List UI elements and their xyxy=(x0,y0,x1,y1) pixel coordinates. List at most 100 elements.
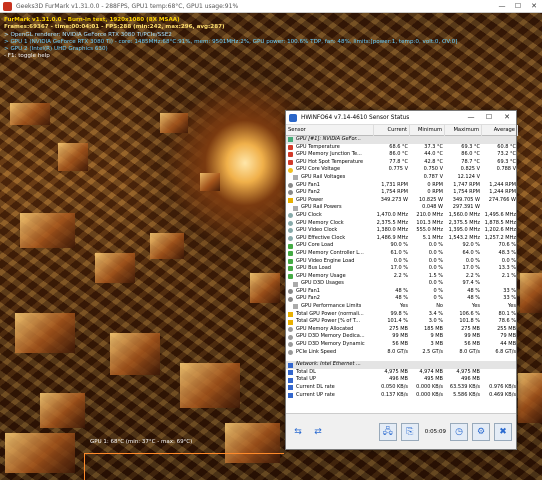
nav-right-icon[interactable]: ⇄ xyxy=(310,425,326,439)
sensor-name: GPU Video Engine Load xyxy=(286,258,374,266)
table-row[interactable]: GPU Fan2 48 % 0 % 48 % 33 % xyxy=(286,295,516,303)
load-icon xyxy=(288,258,293,264)
minimize-icon[interactable]: — xyxy=(462,111,480,124)
table-row[interactable]: GPU Memory Controller L... 61.0 % 0.0 % 64.… xyxy=(286,250,516,258)
sensor-cur-value: 4,975 MB xyxy=(384,368,408,375)
table-row[interactable]: GPU Core Load 90.0 % 0.0 % 92.0 % 70.6 % xyxy=(286,242,516,250)
close-icon[interactable]: ✕ xyxy=(498,111,516,124)
clock-icon[interactable]: ◷ xyxy=(450,422,468,441)
sensor-cur-value: 1,380.0 MHz xyxy=(376,227,408,234)
sensor-min-value: 185 MB xyxy=(424,325,443,332)
hwinfo-titlebar[interactable]: HWiNFO64 v7.14-4610 Sensor Status — ☐ ✕ xyxy=(286,111,516,124)
table-row[interactable]: GPU Power 349.273 W 10.825 W 349.705 W 274.7… xyxy=(286,197,516,205)
sensor-name: Current UP rate xyxy=(286,392,374,400)
table-row[interactable]: GPU Video Engine Load 0.0 % 0.0 % 0.0 % 0.0 … xyxy=(286,258,516,266)
close-sensors-icon[interactable]: ✖ xyxy=(494,422,512,441)
table-row[interactable]: GPU Clock 1,470.0 MHz 210.0 MHz 1,560.0 MHz… xyxy=(286,212,516,220)
table-row[interactable]: GPU Temperature 68.6 °C 37.3 °C 69.3 °C 60.8… xyxy=(286,144,516,152)
sensor-avg-value: 70.6 % xyxy=(498,242,516,249)
sensor-min-value: No xyxy=(436,303,443,310)
column-header-average[interactable]: Average xyxy=(482,125,518,136)
sensor-max-value: 1,543.2 MHz xyxy=(448,234,480,241)
sensor-section-row[interactable]: Network: Intel Ethernet ... xyxy=(286,361,516,369)
sensor-min-value: 1.5 % xyxy=(428,272,443,279)
settings-icon[interactable]: ⚙ xyxy=(472,422,490,441)
table-row[interactable]: GPU Fan1 48 % 0 % 48 % 33 % xyxy=(286,288,516,296)
sensor-min-value: 9 MB xyxy=(430,333,443,340)
table-row[interactable]: Total DL 4,975 MB 4,974 MB 4,975 MB xyxy=(286,369,516,377)
sensor-name: GPU Memory Allocated xyxy=(286,326,374,334)
table-row[interactable]: GPU Performance Limits Yes No Yes Yes xyxy=(286,303,516,311)
table-row[interactable]: GPU Hot Spot Temperature 77.8 °C 42.8 °C 78… xyxy=(286,159,516,167)
table-row[interactable]: GPU Core Voltage 0.775 V 0.750 V 0.825 V 0.7… xyxy=(286,166,516,174)
table-row[interactable]: GPU Rail Powers 0.048 W 297.391 W xyxy=(286,204,516,212)
nav-left-icon[interactable]: ⇆ xyxy=(290,425,306,439)
table-row[interactable]: PCIe Link Speed 8.0 GT/s 2.5 GT/s 8.0 GT/s 6… xyxy=(286,349,516,357)
table-row[interactable]: GPU Memory Junction Te... 86.0 °C 44.0 °C 8… xyxy=(286,151,516,159)
net-icon xyxy=(288,392,293,398)
table-row[interactable]: Current UP rate 0.137 KB/s 0.000 KB/s 5.586… xyxy=(286,392,516,400)
table-row[interactable]: GPU D3D Memory Dedica... 99 MB 9 MB 99 MB 79… xyxy=(286,333,516,341)
sensor-table-body[interactable]: GPU [#1]: NVIDIA GeFor... GPU Temperature… xyxy=(286,136,516,413)
fan-icon xyxy=(288,289,293,295)
table-row[interactable]: Total GPU Power [% of T... 101.4 % 3.0 % 10… xyxy=(286,318,516,326)
table-row[interactable]: GPU Memory Usage 2.2 % 1.5 % 2.2 % 2.1 % xyxy=(286,273,516,281)
temp-icon xyxy=(288,160,293,166)
sensor-min-value: 0.0 % xyxy=(428,265,443,272)
column-header-minimum[interactable]: Minimum xyxy=(410,125,445,136)
table-row[interactable]: Total UP 496 MB 495 MB 496 MB xyxy=(286,376,516,384)
close-icon[interactable]: ✕ xyxy=(526,0,542,13)
maximize-icon[interactable]: ☐ xyxy=(480,111,498,124)
table-row[interactable]: Total GPU Power (normali... 99.8 % 3.4 % 10… xyxy=(286,311,516,319)
maximize-icon[interactable]: ☐ xyxy=(510,0,526,13)
network-icon[interactable]: 🖧 xyxy=(378,422,397,441)
misc-icon xyxy=(288,342,293,348)
table-row[interactable]: GPU Memory Clock 2,375.5 MHz 101.3 MHz 2,37… xyxy=(286,220,516,228)
minimize-icon[interactable]: — xyxy=(494,0,510,13)
sensor-cur-value: 17.0 % xyxy=(390,265,408,272)
sensor-name: GPU Memory Clock xyxy=(286,220,374,228)
elapsed-timer: 0:05:09 xyxy=(424,428,446,435)
sensor-min-value: 0 % xyxy=(433,287,443,294)
sensor-cur-value: 496 MB xyxy=(389,376,408,383)
column-header-sensor[interactable]: Sensor xyxy=(286,125,374,136)
sensor-cur-value: 1,470.0 MHz xyxy=(376,211,408,218)
sensor-name: GPU Memory Usage xyxy=(286,273,374,281)
sensor-table-header: Sensor Current Minimum Maximum Average xyxy=(286,124,518,136)
column-header-maximum[interactable]: Maximum xyxy=(445,125,482,136)
sensor-avg-value: 6.8 GT/s xyxy=(495,348,516,355)
sensor-min-value: 3 MB xyxy=(430,341,443,348)
column-header-current[interactable]: Current xyxy=(374,125,410,136)
sensor-max-value: 48 % xyxy=(467,295,480,302)
volt-icon xyxy=(288,167,293,173)
sensor-cur-value: 99.8 % xyxy=(390,310,408,317)
table-row[interactable]: GPU Fan1 1,731 RPM 0 RPM 1,747 RPM 1,244 RPM xyxy=(286,182,516,190)
sensor-min-value: 0 RPM xyxy=(427,189,443,196)
table-row[interactable]: GPU Video Clock 1,380.0 MHz 555.0 MHz 1,395… xyxy=(286,227,516,235)
sensor-min-value: 0 % xyxy=(433,295,443,302)
pow-icon xyxy=(288,198,293,204)
sensor-max-value: 97.4 % xyxy=(462,280,480,287)
sensor-name: GPU Temperature xyxy=(286,144,374,152)
sensor-min-value: 0.750 V xyxy=(423,166,443,173)
table-row[interactable]: GPU D3D Usages 0.0 % 97.4 % xyxy=(286,280,516,288)
sensor-name: GPU Fan2 xyxy=(286,295,374,303)
table-row[interactable]: Current DL rate 0.050 KB/s 0.000 KB/s 63.53… xyxy=(286,384,516,392)
hwinfo-app-icon xyxy=(289,113,297,122)
sensor-cur-value: 61.0 % xyxy=(390,249,408,256)
table-row[interactable]: GPU Rail Voltages 0.787 V 12.124 V xyxy=(286,174,516,182)
table-row[interactable]: GPU D3D Memory Dynamic 56 MB 3 MB 56 MB 44 M… xyxy=(286,341,516,349)
table-row[interactable]: GPU Memory Allocated 275 MB 185 MB 275 MB 25… xyxy=(286,326,516,334)
net-icon xyxy=(288,362,293,368)
report-icon[interactable]: ⎘ xyxy=(400,422,419,441)
sensor-cur-value: 2.2 % xyxy=(393,272,408,279)
table-row[interactable]: GPU Bus Load 17.0 % 0.0 % 17.0 % 13.3 % xyxy=(286,265,516,273)
sensor-name: GPU Fan2 xyxy=(286,189,374,197)
hwinfo-window-title: HWiNFO64 v7.14-4610 Sensor Status xyxy=(301,114,410,121)
table-row[interactable]: GPU Effective Clock 1,486.9 MHz 5.1 MHz 1,5… xyxy=(286,235,516,243)
sensor-min-value: 5.1 MHz xyxy=(422,234,443,241)
furmark-titlebar[interactable]: Geeks3D FurMark v1.31.0.0 - 288FPS, GPU1… xyxy=(0,0,542,13)
sensor-cur-value: 349.273 W xyxy=(380,196,408,203)
table-row[interactable]: GPU Fan2 1,754 RPM 0 RPM 1,754 RPM 1,244 RPM xyxy=(286,189,516,197)
sensor-section-row[interactable]: GPU [#1]: NVIDIA GeFor... xyxy=(286,136,516,144)
